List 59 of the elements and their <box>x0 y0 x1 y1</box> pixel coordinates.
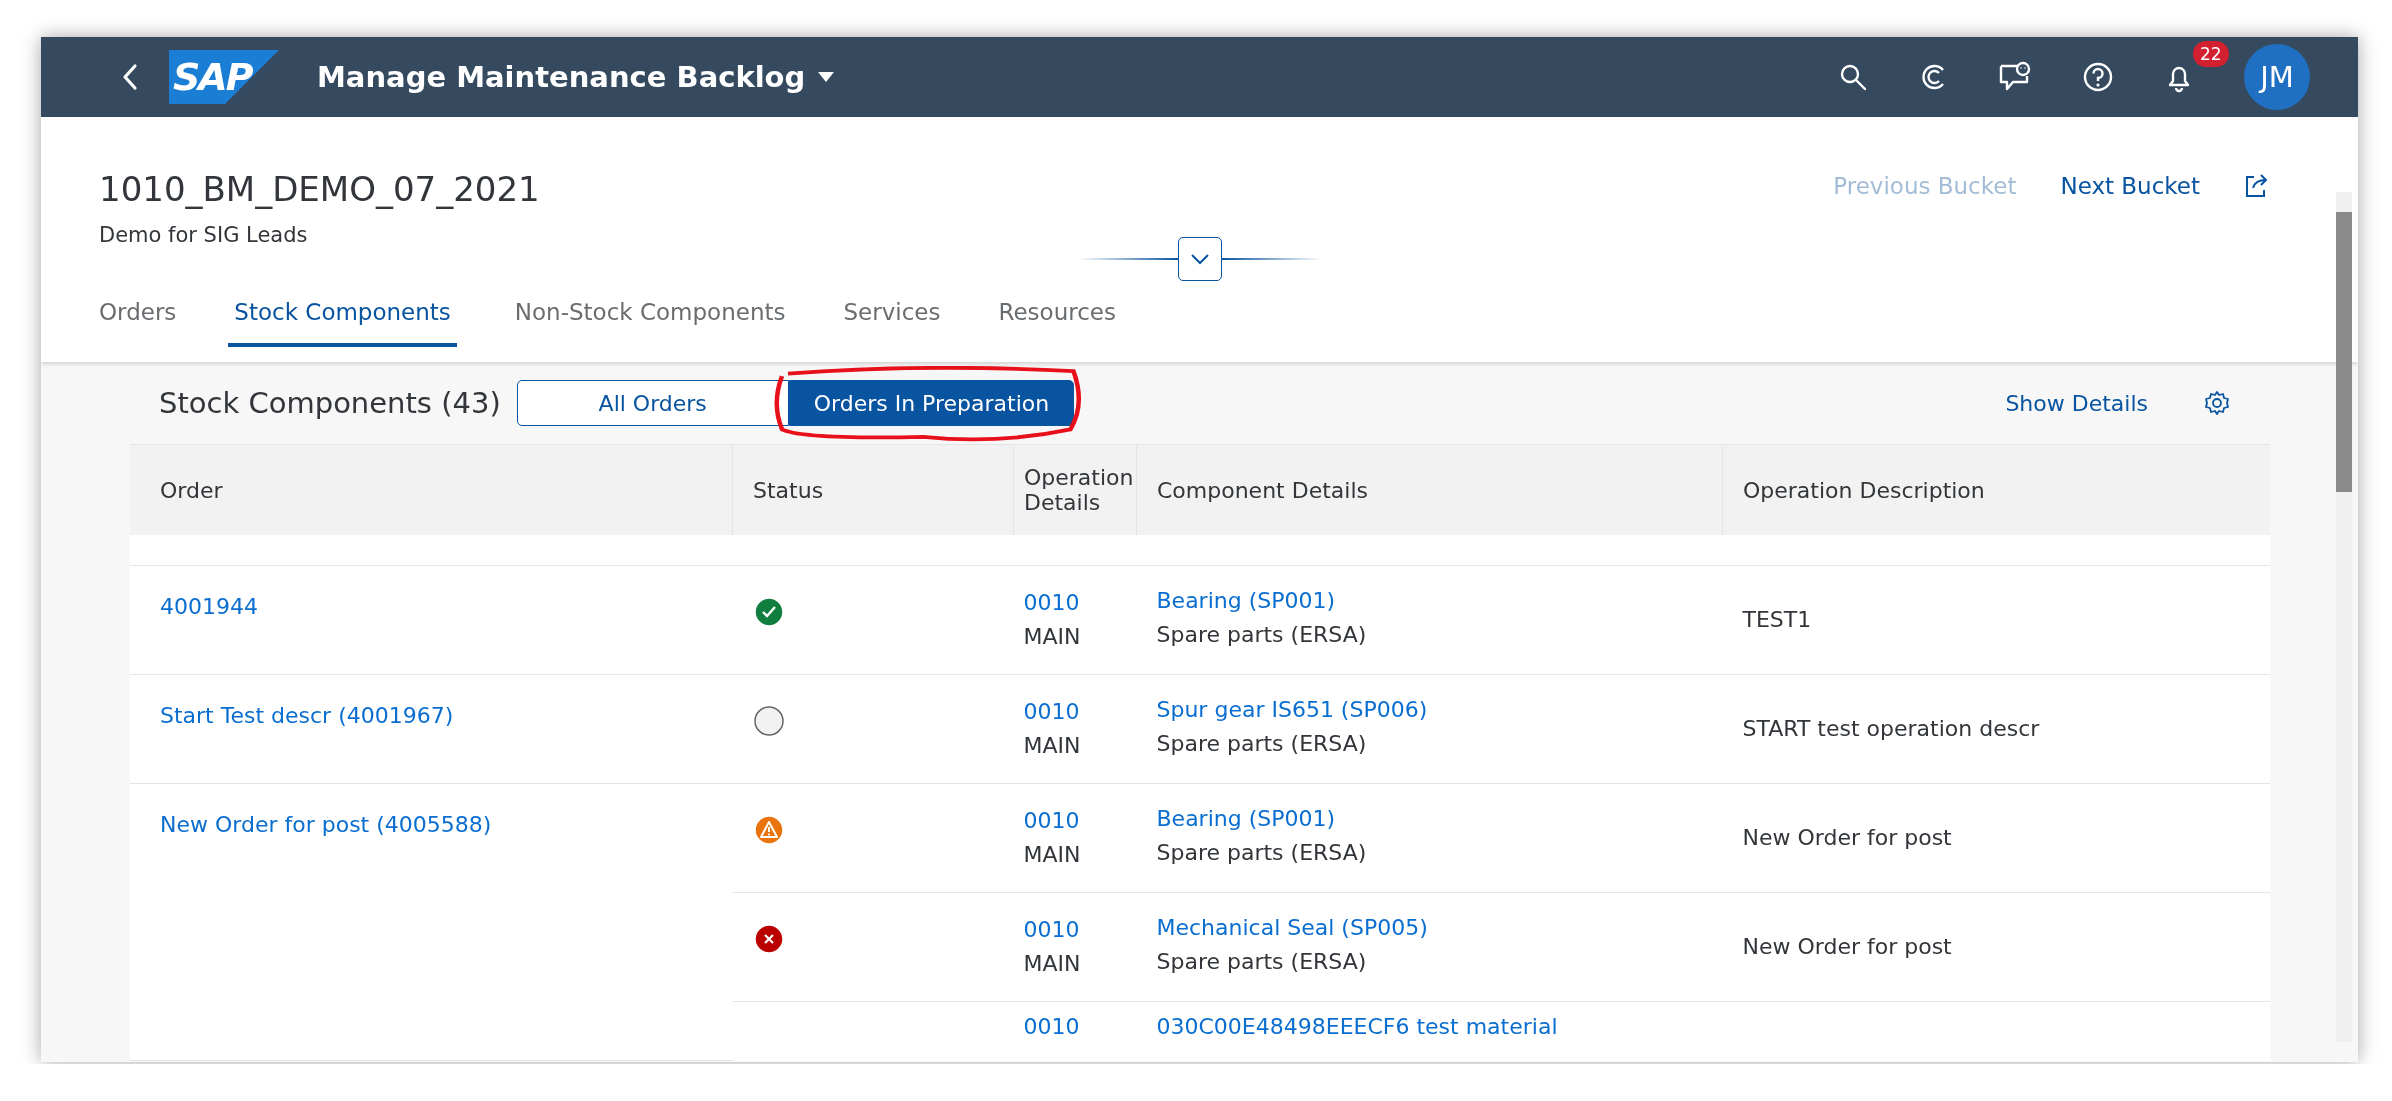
component-link[interactable]: 030C00E48498EEECF6 test material <box>1156 1010 1703 1044</box>
column-header: Component Details <box>1136 444 1723 535</box>
settings-icon[interactable] <box>2204 390 2230 416</box>
show-details-link[interactable]: Show Details <box>2005 390 2148 416</box>
tab[interactable]: Services <box>843 287 941 347</box>
tab[interactable]: Stock Components <box>228 287 457 347</box>
error-circle-icon <box>752 923 785 955</box>
app-title-menu[interactable]: Manage Maintenance Backlog <box>317 60 836 94</box>
tab[interactable]: Resources <box>998 287 1116 347</box>
work-center-text: MAIN <box>1023 732 1082 760</box>
work-center-text: MAIN <box>1023 623 1082 651</box>
column-header: Operation Description <box>1722 444 2270 535</box>
operation-link[interactable]: 0010 <box>1023 695 1127 729</box>
operation-description: New Order for post <box>1742 825 1952 850</box>
scrollbar[interactable] <box>2336 192 2352 1042</box>
order-link[interactable]: Start Test descr (4001967) <box>160 703 454 728</box>
operation-link[interactable]: 0010 <box>1023 586 1127 620</box>
bucket-link[interactable]: Next Bucket <box>2060 173 2200 199</box>
object-subtitle: Demo for SIG Leads <box>99 223 309 247</box>
feedback-icon[interactable] <box>1998 61 2032 93</box>
empty-circle-icon <box>752 705 785 737</box>
work-center-text: MAIN <box>1023 841 1082 869</box>
operation-description: TEST1 <box>1742 607 1812 632</box>
collapse-button[interactable] <box>1177 237 1222 281</box>
tab[interactable]: Orders <box>99 287 177 347</box>
segment-button[interactable]: Orders In Preparation <box>788 380 1075 426</box>
column-header: Status <box>732 444 1014 535</box>
chevron-icon <box>1189 253 1210 265</box>
caret-icon[interactable] <box>817 71 836 83</box>
column-header: Order <box>130 444 733 535</box>
order-link[interactable]: New Order for post (4005588) <box>160 812 492 837</box>
component-type-text: Spare parts (ERSA) <box>1156 948 1368 976</box>
logo-icon: SAP <box>169 50 279 104</box>
operation-description: START test operation descr <box>1742 716 2040 741</box>
component-link[interactable]: Bearing (SP001) <box>1156 802 1703 836</box>
table-title: Stock Components (43) <box>159 386 501 420</box>
object-title: 1010_BM_DEMO_07_2021 <box>99 168 540 211</box>
component-link[interactable]: Mechanical Seal (SP005) <box>1156 911 1703 945</box>
check-circle-icon <box>752 596 785 628</box>
help-icon[interactable] <box>2082 61 2114 93</box>
operation-description: New Order for post <box>1742 934 1952 959</box>
component-type-text: Spare parts (ERSA) <box>1156 621 1368 649</box>
tab[interactable]: Non-Stock Components <box>514 287 786 347</box>
warning-icon <box>752 814 785 846</box>
component-type-text: Spare parts (ERSA) <box>1156 839 1368 867</box>
share-icon[interactable] <box>2244 173 2270 199</box>
component-link[interactable]: Spur gear IS651 (SP006) <box>1156 693 1703 727</box>
user-avatar[interactable]: JM <box>2244 44 2310 110</box>
search-icon[interactable] <box>1838 62 1868 92</box>
operation-link[interactable]: 0010 <box>1023 1010 1127 1044</box>
work-center-text: MAIN <box>1023 950 1082 978</box>
order-link[interactable]: 4001944 <box>160 594 258 619</box>
operation-link[interactable]: 0010 <box>1023 913 1127 947</box>
operation-link[interactable]: 0010 <box>1023 804 1127 838</box>
component-type-text: Spare parts (ERSA) <box>1156 730 1368 758</box>
column-header: Operation Details <box>1013 444 1137 535</box>
notification-count: 22 <box>2193 41 2229 67</box>
segment-button[interactable]: All Orders <box>516 380 789 426</box>
component-link[interactable]: Bearing (SP001) <box>1156 584 1703 618</box>
